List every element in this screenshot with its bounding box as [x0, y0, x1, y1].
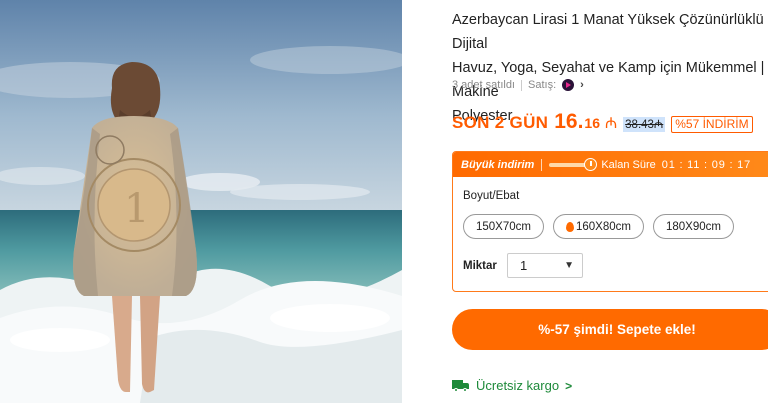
size-option-150x70[interactable]: 150X70cm [463, 214, 544, 239]
size-option-label: 180X90cm [665, 220, 721, 233]
free-shipping-link[interactable]: Ücretsiz kargo > [452, 378, 572, 393]
original-price: 38.43₼ [623, 117, 666, 132]
shipping-label: Ücretsiz kargo [476, 378, 560, 393]
chevron-down-icon: ▼ [564, 260, 574, 271]
sales-info: 3 adet satıldı Satış: › [452, 79, 584, 91]
countdown-timer: 01 : 11 : 09 : 17 [661, 158, 752, 171]
svg-text:1: 1 [124, 186, 149, 232]
deal-panel: Büyük indirim Kalan Süre 01 : 11 : 09 : … [452, 151, 768, 292]
divider [521, 79, 522, 91]
chevron-right-icon: > [565, 378, 573, 393]
quantity-label: Miktar [463, 260, 497, 272]
seller-label: Satış: [528, 79, 557, 91]
timer-clock-icon [584, 157, 598, 171]
sold-count: 3 adet satıldı [452, 79, 515, 91]
size-option-180x90[interactable]: 180X90cm [652, 214, 734, 239]
currency-symbol: ₼ [605, 115, 618, 132]
quantity-select[interactable]: 1 ▼ [507, 253, 583, 278]
remaining-time-label: Kalan Süre [601, 158, 656, 171]
chevron-right-icon[interactable]: › [580, 79, 584, 91]
size-option-160x80[interactable]: 160X80cm [552, 214, 644, 239]
size-option-label: 150X70cm [476, 220, 531, 233]
current-price-integer: 16. [554, 110, 584, 133]
discount-badge: %57 İNDİRİM [671, 116, 753, 133]
seller-logo-icon[interactable] [562, 79, 575, 91]
current-price-decimal: 16 [584, 115, 600, 131]
size-label: Boyut/Ebat [463, 190, 520, 202]
price-row: SON 2 GÜN 16. 16 ₼ 38.43₼ %57 İNDİRİM [452, 110, 753, 134]
add-to-cart-button[interactable]: %-57 şimdi! Sepete ekle! [452, 309, 768, 350]
divider [541, 158, 543, 171]
size-option-label: 160X80cm [575, 220, 631, 233]
deal-header: Büyük indirim Kalan Süre 01 : 11 : 09 : … [453, 152, 768, 177]
flame-icon [565, 221, 574, 232]
countdown-label: SON 2 GÜN [452, 113, 549, 132]
beach-photo: 1 [0, 0, 402, 403]
product-image[interactable]: 1 [0, 0, 402, 403]
deal-title: Büyük indirim [461, 158, 535, 171]
deal-progress-bar [549, 157, 598, 171]
truck-icon [452, 379, 470, 392]
quantity-value: 1 [520, 258, 528, 273]
size-options: 150X70cm 160X80cm 180X90cm [463, 214, 734, 239]
